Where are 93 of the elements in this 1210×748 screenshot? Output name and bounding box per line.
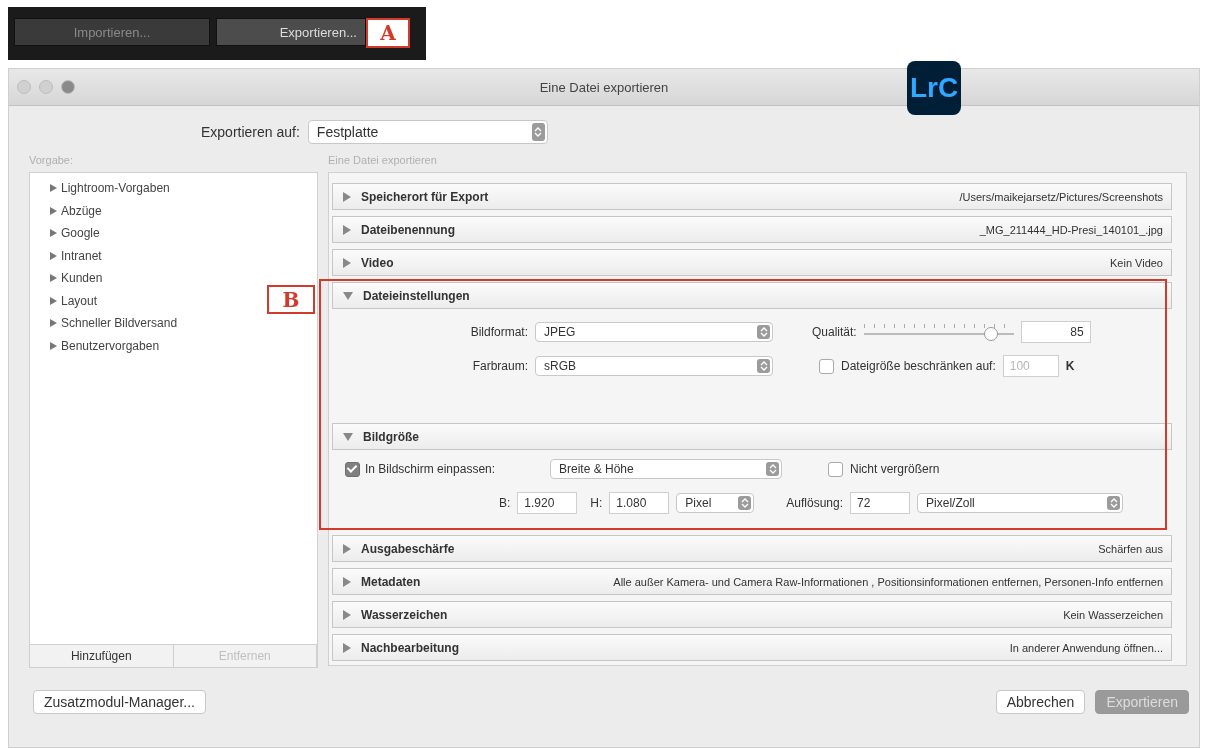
disclosure-triangle-icon[interactable] xyxy=(343,543,351,554)
plugin-manager-button[interactable]: Zusatzmodul-Manager... xyxy=(33,690,206,714)
preset-folder[interactable]: Benutzervorgaben xyxy=(61,338,160,353)
disclosure-triangle-icon[interactable] xyxy=(50,229,57,238)
section-header[interactable]: Bildgröße xyxy=(332,423,1172,450)
section-summary: Kein Video xyxy=(1110,256,1163,269)
preset-button[interactable]: Hinzufügen xyxy=(30,645,174,667)
section-summary: /Users/maikejarsetz/Pictures/Screenshots xyxy=(959,190,1163,203)
annotation-label: A xyxy=(366,18,410,48)
quality-label: Qualität: xyxy=(812,325,857,339)
fit-checkbox[interactable] xyxy=(345,461,360,477)
height-label: H: xyxy=(590,496,603,510)
window-title: Eine Datei exportieren xyxy=(539,79,669,95)
section-summary: Alle außer Kamera- und Camera Raw-Informationen , Positionsinformationen entfernen, Personen-Info entfernen xyxy=(613,575,1163,588)
preset-heading: Vorgabe: xyxy=(29,154,75,168)
cancel-button[interactable]: Abbrechen xyxy=(995,690,1086,714)
resolution-unit-dropdown[interactable]: Pixel/Zoll xyxy=(917,493,1124,513)
format-label: Bildformat: xyxy=(469,325,528,339)
disclosure-triangle-icon[interactable] xyxy=(343,224,351,235)
slider-thumb[interactable] xyxy=(984,327,999,341)
section-header[interactable]: Speicherort für Export /Users/maikejarsetz/Pictures/Screenshots xyxy=(332,183,1172,210)
disclosure-triangle-icon[interactable] xyxy=(343,291,353,300)
no-enlarge-checkbox[interactable] xyxy=(828,461,843,477)
colorspace-label: Farbraum: xyxy=(471,359,528,373)
section-header[interactable]: Ausgabeschärfe Schärfen aus xyxy=(332,535,1172,562)
resolution-label: Auflösung: xyxy=(786,496,844,510)
stepper-icon xyxy=(757,325,770,339)
settings-heading: Eine Datei exportieren xyxy=(328,154,438,168)
section-summary: Kein Wasserzeichen xyxy=(1063,608,1163,621)
quality-slider[interactable] xyxy=(863,322,1014,342)
disclosure-triangle-icon[interactable] xyxy=(343,609,351,620)
section-header[interactable]: Metadaten Alle außer Kamera- und Camera Raw-Informationen , Positionsinformationen entfernen, Personen-Info entfernen xyxy=(332,568,1172,595)
fit-mode-dropdown[interactable]: Breite & Höhe xyxy=(550,459,782,479)
disclosure-triangle-icon[interactable] xyxy=(343,191,351,202)
disclosure-triangle-icon[interactable] xyxy=(343,257,351,268)
stepper-icon xyxy=(531,123,545,141)
section-title: Nachbearbeitung xyxy=(361,640,459,655)
preset-folder[interactable]: Kunden xyxy=(61,271,103,286)
section-header[interactable]: Dateibenennung _MG_211444_HD-Presi_140101_.jpg xyxy=(332,216,1172,243)
section-title: Wasserzeichen xyxy=(361,607,448,622)
disclosure-triangle-icon[interactable] xyxy=(50,251,57,260)
disclosure-triangle-icon[interactable] xyxy=(50,274,57,283)
unit-dropdown[interactable]: Pixel xyxy=(676,493,755,513)
annotation-label: B xyxy=(267,285,315,314)
preset-folder[interactable]: Schneller Bildversand xyxy=(61,316,178,331)
section-header[interactable]: Nachbearbeitung In anderer Anwendung öffnen... xyxy=(332,634,1172,661)
section-summary: In anderer Anwendung öffnen... xyxy=(1009,641,1163,654)
width-label: B: xyxy=(499,496,511,510)
section-summary: Schärfen aus xyxy=(1098,542,1163,555)
disclosure-triangle-icon[interactable] xyxy=(343,432,353,441)
fit-label: In Bildschirm einpassen: xyxy=(365,462,496,476)
toolbar-button[interactable]: Exportieren... xyxy=(216,18,366,46)
section-title: Bildgröße xyxy=(363,429,419,444)
section-header[interactable]: Wasserzeichen Kein Wasserzeichen xyxy=(332,601,1172,628)
no-enlarge-label: Nicht vergrößern xyxy=(850,462,940,476)
disclosure-triangle-icon[interactable] xyxy=(50,319,57,328)
limit-checkbox[interactable] xyxy=(819,358,834,374)
section-title: Metadaten xyxy=(361,574,421,589)
preset-folder[interactable]: Google xyxy=(61,226,100,241)
disclosure-triangle-icon[interactable] xyxy=(50,184,57,193)
resolution-field[interactable]: 72 xyxy=(850,492,911,514)
width-field[interactable]: 1.920 xyxy=(517,492,578,514)
colorspace-dropdown[interactable]: sRGB xyxy=(535,356,773,376)
preset-folder[interactable]: Abzüge xyxy=(61,203,102,218)
export-to-dropdown[interactable]: Festplatte xyxy=(307,120,548,144)
app-logo: LrC xyxy=(907,61,961,115)
stepper-icon xyxy=(766,462,779,476)
preset-folder[interactable]: Lightroom-Vorgaben xyxy=(61,181,170,196)
section-title: Ausgabeschärfe xyxy=(361,541,455,556)
stepper-icon xyxy=(757,359,770,373)
preset-folder[interactable]: Layout xyxy=(61,293,98,308)
section-header[interactable]: Video Kein Video xyxy=(332,249,1172,276)
format-dropdown[interactable]: JPEG xyxy=(535,322,773,342)
section-title: Dateibenennung xyxy=(361,222,455,237)
quality-field[interactable]: 85 xyxy=(1020,321,1091,343)
unit-label: K xyxy=(1065,359,1075,373)
window-zoom-icon[interactable] xyxy=(61,80,75,94)
limit-label: Dateigröße beschränken auf: xyxy=(841,359,996,373)
disclosure-triangle-icon[interactable] xyxy=(343,642,351,653)
section-title: Dateieinstellungen xyxy=(363,288,470,303)
disclosure-triangle-icon[interactable] xyxy=(50,341,57,350)
stepper-icon xyxy=(1107,496,1121,510)
section-header[interactable]: Dateieinstellungen xyxy=(332,282,1172,309)
export-to-label: Exportieren auf: xyxy=(201,124,300,140)
height-field[interactable]: 1.080 xyxy=(609,492,670,514)
section-summary: _MG_211444_HD-Presi_140101_.jpg xyxy=(979,223,1163,236)
disclosure-triangle-icon[interactable] xyxy=(50,296,57,305)
preset-folder[interactable]: Intranet xyxy=(61,248,102,263)
disclosure-triangle-icon[interactable] xyxy=(343,576,351,587)
section-title: Speicherort für Export xyxy=(361,189,489,204)
section-title: Video xyxy=(361,255,394,270)
disclosure-triangle-icon[interactable] xyxy=(50,206,57,215)
stepper-icon xyxy=(738,496,752,510)
